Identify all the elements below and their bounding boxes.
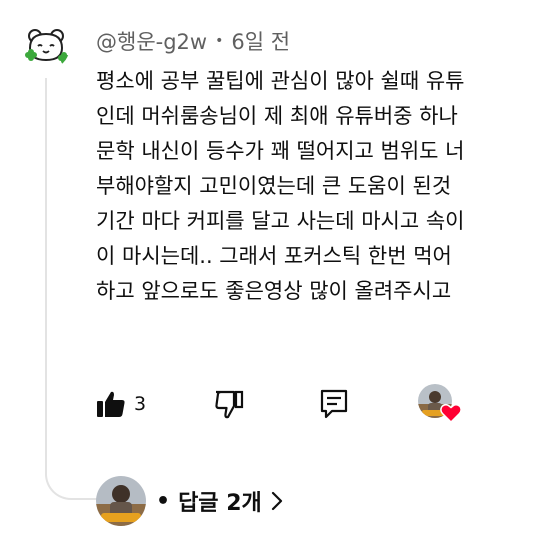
comment-text: 평소에 공부 꿀팁에 관심이 많아 쉴때 유튜 인데 머쉬룸송님이 제 최애 유… — [96, 64, 560, 309]
replier-avatar-image — [96, 476, 146, 526]
thread-connector-line — [45, 78, 103, 500]
comment-line: 부해야할지 고민이였는데 큰 도움이 된것 — [96, 174, 452, 198]
comment-actions: 3 — [96, 384, 560, 424]
like-count: 3 — [134, 393, 147, 415]
comment-line: 기간 마다 커피를 달고 사는데 마시고 속이 — [96, 209, 465, 233]
replies-bullet: • — [156, 488, 171, 514]
reply-button[interactable] — [320, 384, 348, 424]
like-button[interactable]: 3 — [96, 384, 146, 424]
comment-line: 문학 내신이 등수가 꽤 떨어지고 범위도 너 — [96, 139, 465, 163]
replies-count-label: 답글 2개 — [178, 491, 262, 516]
comment-line: 이 마시는데.. 그래서 포커스틱 한번 먹어 — [96, 244, 452, 268]
header-separator: • — [215, 33, 224, 49]
reply-avatar — [96, 476, 146, 526]
commenter-avatar[interactable] — [22, 22, 70, 70]
heart-icon — [440, 403, 462, 423]
chevron-right-icon — [271, 491, 282, 511]
author-handle[interactable]: @행운-g2w — [96, 26, 207, 56]
comment-line: 하고 앞으로도 좋은영상 많이 올려주시고 — [96, 279, 452, 303]
dislike-button[interactable] — [214, 384, 244, 424]
view-replies-button[interactable]: • 답글 2개 — [96, 475, 284, 527]
thumbs-up-filled-icon — [97, 391, 125, 417]
comment-line: 인데 머쉬룸송님이 제 최애 유튜버중 하나 — [96, 104, 458, 128]
comment-header: @행운-g2w • 6일 전 — [96, 27, 290, 55]
bear-avatar-icon — [25, 29, 70, 64]
thumbs-down-icon — [215, 390, 244, 419]
comment-line: 평소에 공부 꿀팁에 관심이 많아 쉴때 유튜 — [96, 69, 465, 93]
comment-timestamp[interactable]: 6일 전 — [231, 26, 290, 56]
comment-icon — [320, 389, 348, 419]
replies-label: • 답글 2개 — [156, 485, 284, 517]
